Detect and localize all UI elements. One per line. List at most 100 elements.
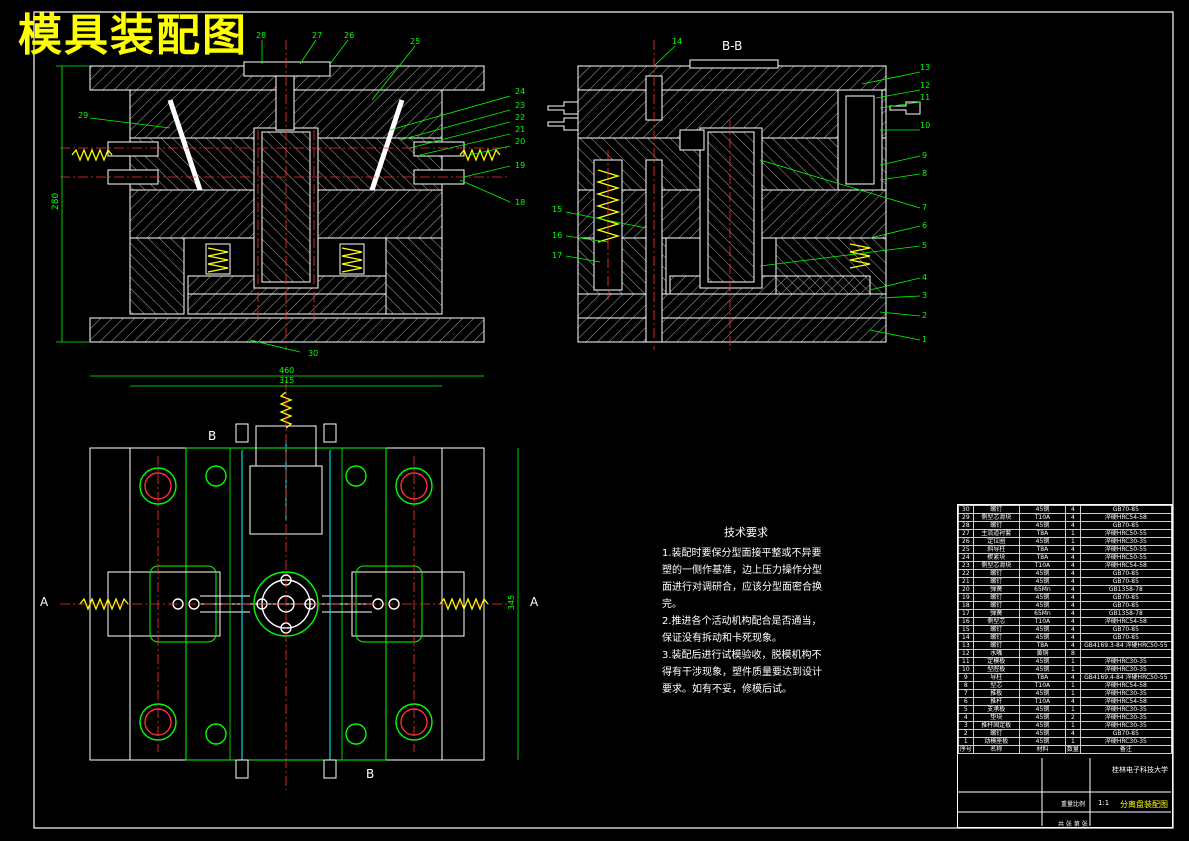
bom-cell: 1 <box>1065 681 1081 690</box>
bom-cell: T8A <box>1018 673 1067 682</box>
bom-cell: 4 <box>1065 673 1081 682</box>
title-block: 30 螺钉 45钢 4 GB70-85 29 侧型芯滑块 T10A 4 淬硬HRC54-58 2 8 螺… <box>957 504 1173 828</box>
marker-a-right: A <box>530 595 539 609</box>
bom-cell: 黄铜 <box>1018 649 1067 658</box>
bom-cell: 4 <box>1065 577 1081 586</box>
sheet-count: 共 张 第 张 <box>1058 821 1088 828</box>
bom-cell: GB70-85 <box>1079 505 1173 514</box>
bom-cell: 支承板 <box>972 705 1020 714</box>
drawing-title: 模具装配图 <box>18 10 248 61</box>
bom-cell: GB4169.4-84 淬硬HRC50-55 <box>1079 673 1173 682</box>
dim-height-plan: 345 <box>507 595 516 610</box>
bom-cell: 斜导柱 <box>972 545 1020 554</box>
bom-cell: GB70-85 <box>1079 601 1173 610</box>
bom-cell: 型腔板 <box>972 665 1020 674</box>
scale-label: 重量比例 <box>1061 801 1086 808</box>
bom-cell: 45钢 <box>1018 601 1067 610</box>
bom-cell: 45钢 <box>1018 569 1067 578</box>
bom-cell: 4 <box>1065 593 1081 602</box>
bom-row: 8 型芯 T10A 1 淬硬HRC54-58 <box>958 681 1173 690</box>
bom-cell: 4 <box>1065 601 1081 610</box>
bom-cell: 淬硬HRC54-58 <box>1079 681 1173 690</box>
tech-heading: 技术要求 <box>724 526 768 539</box>
balloon-12: 12 <box>920 81 930 90</box>
section-b-b-label: B-B <box>722 39 742 53</box>
bom-cell: 19 <box>958 593 974 602</box>
bom-cell: 推杆 <box>972 697 1020 706</box>
bom-cell: 13 <box>958 641 974 650</box>
bom-cell: 23 <box>958 561 974 570</box>
section-a-a <box>89 61 485 343</box>
marker-b-top: B <box>208 429 216 443</box>
bom-cell: 4 <box>1065 561 1081 570</box>
bom-row: 20 弹簧 65Mn 4 GB1358-78 <box>958 585 1173 594</box>
bom-cell: T10A <box>1018 697 1067 706</box>
bom-row: 30 螺钉 45钢 4 GB70-85 <box>958 505 1173 514</box>
balloon-16: 16 <box>552 231 562 240</box>
bom-cell: 15 <box>958 625 974 634</box>
bom-cell: 10 <box>958 665 974 674</box>
bom-cell: 水嘴 <box>972 649 1020 658</box>
marker-a-left: A <box>40 595 49 609</box>
bom-cell: 螺钉 <box>972 569 1020 578</box>
bom-cell: 22 <box>958 569 974 578</box>
bom-cell: GB70-85 <box>1079 577 1173 586</box>
bom-row: 7 推板 45钢 1 淬硬HRC30-35 <box>958 689 1173 698</box>
tech-item-1: 1.装配时要保分型面接平整或不异要塑的一侧作基准，边上压力操作分型面进行对调研合… <box>662 548 822 610</box>
bom-cell: 45钢 <box>1018 577 1067 586</box>
bom-cell: 45钢 <box>1018 721 1067 730</box>
bom-cell: 4 <box>1065 617 1081 626</box>
bom-cell: GB70-85 <box>1079 633 1173 642</box>
bom-cell: 17 <box>958 609 974 618</box>
bom-cell: 7 <box>958 689 974 698</box>
bom-cell: 1 <box>1065 657 1081 666</box>
bom-cell: 1 <box>1065 665 1081 674</box>
school-name: 桂林电子科技大学 <box>1112 766 1168 774</box>
tech-item-3: 3.装配后进行试模验收，脱模机构不得有干涉现象，塑件质量要达到设计要求。如有不妥… <box>662 650 822 695</box>
dim-height-a-a <box>56 65 90 343</box>
balloon-18: 18 <box>515 198 525 207</box>
bom-cell: 29 <box>958 513 974 522</box>
bom-cell: 螺钉 <box>972 577 1020 586</box>
bom-header-qty: 数量 <box>1065 745 1081 754</box>
bom-cell: 楔紧块 <box>972 553 1020 562</box>
bom-row: 6 推杆 T10A 4 淬硬HRC54-58 <box>958 697 1173 706</box>
balloon-17: 17 <box>552 251 562 260</box>
bom-cell: 4 <box>1065 697 1081 706</box>
bom-row: 29 侧型芯滑块 T10A 4 淬硬HRC54-58 <box>958 513 1173 522</box>
bom-cell: 18 <box>958 601 974 610</box>
bom-cell: 4 <box>1065 545 1081 554</box>
bom-cell: 定模板 <box>972 657 1020 666</box>
bom-cell: 45钢 <box>1018 505 1067 514</box>
balloon-26: 26 <box>344 31 354 40</box>
bom-cell: 淬硬HRC30-35 <box>1079 665 1173 674</box>
bom-cell: 4 <box>1065 513 1081 522</box>
bom-cell: 14 <box>958 633 974 642</box>
bom-cell: 4 <box>1065 633 1081 642</box>
marker-b-bottom: B <box>366 767 374 781</box>
bom-cell: GB70-85 <box>1079 625 1173 634</box>
balloon-5: 5 <box>922 241 927 250</box>
bom-cell: 淬硬HRC30-35 <box>1079 689 1173 698</box>
balloon-4: 4 <box>922 273 927 282</box>
bom-cell: 20 <box>958 585 974 594</box>
bom-cell: 淬硬HRC30-35 <box>1079 721 1173 730</box>
bom-cell: 动模座板 <box>972 737 1020 746</box>
bom-row: 2 螺钉 45钢 4 GB70-85 <box>958 729 1173 738</box>
bom-row: 3 推杆固定板 45钢 1 淬硬HRC30-35 <box>958 721 1173 730</box>
bom-row: 18 螺钉 45钢 4 GB70-85 <box>958 601 1173 610</box>
bom-cell: 导柱 <box>972 673 1020 682</box>
bom-row: 24 楔紧块 T8A 4 淬硬HRC50-55 <box>958 553 1173 562</box>
bom-header-row: 序号 名称 材料 数量 备注 <box>958 745 1173 754</box>
balloon-19: 19 <box>515 161 525 170</box>
bom-header-material: 材料 <box>1018 745 1067 754</box>
bom-cell: 4 <box>1065 609 1081 618</box>
bom-cell: 定位圈 <box>972 537 1020 546</box>
bom-cell: 1 <box>1065 737 1081 746</box>
bom-cell: 8 <box>958 681 974 690</box>
bom-cell: 淬硬HRC30-35 <box>1079 713 1173 722</box>
bom-cell: 4 <box>958 713 974 722</box>
balloon-15: 15 <box>552 205 562 214</box>
bom-cell: 2 <box>958 729 974 738</box>
bom-header-no: 序号 <box>958 745 974 754</box>
